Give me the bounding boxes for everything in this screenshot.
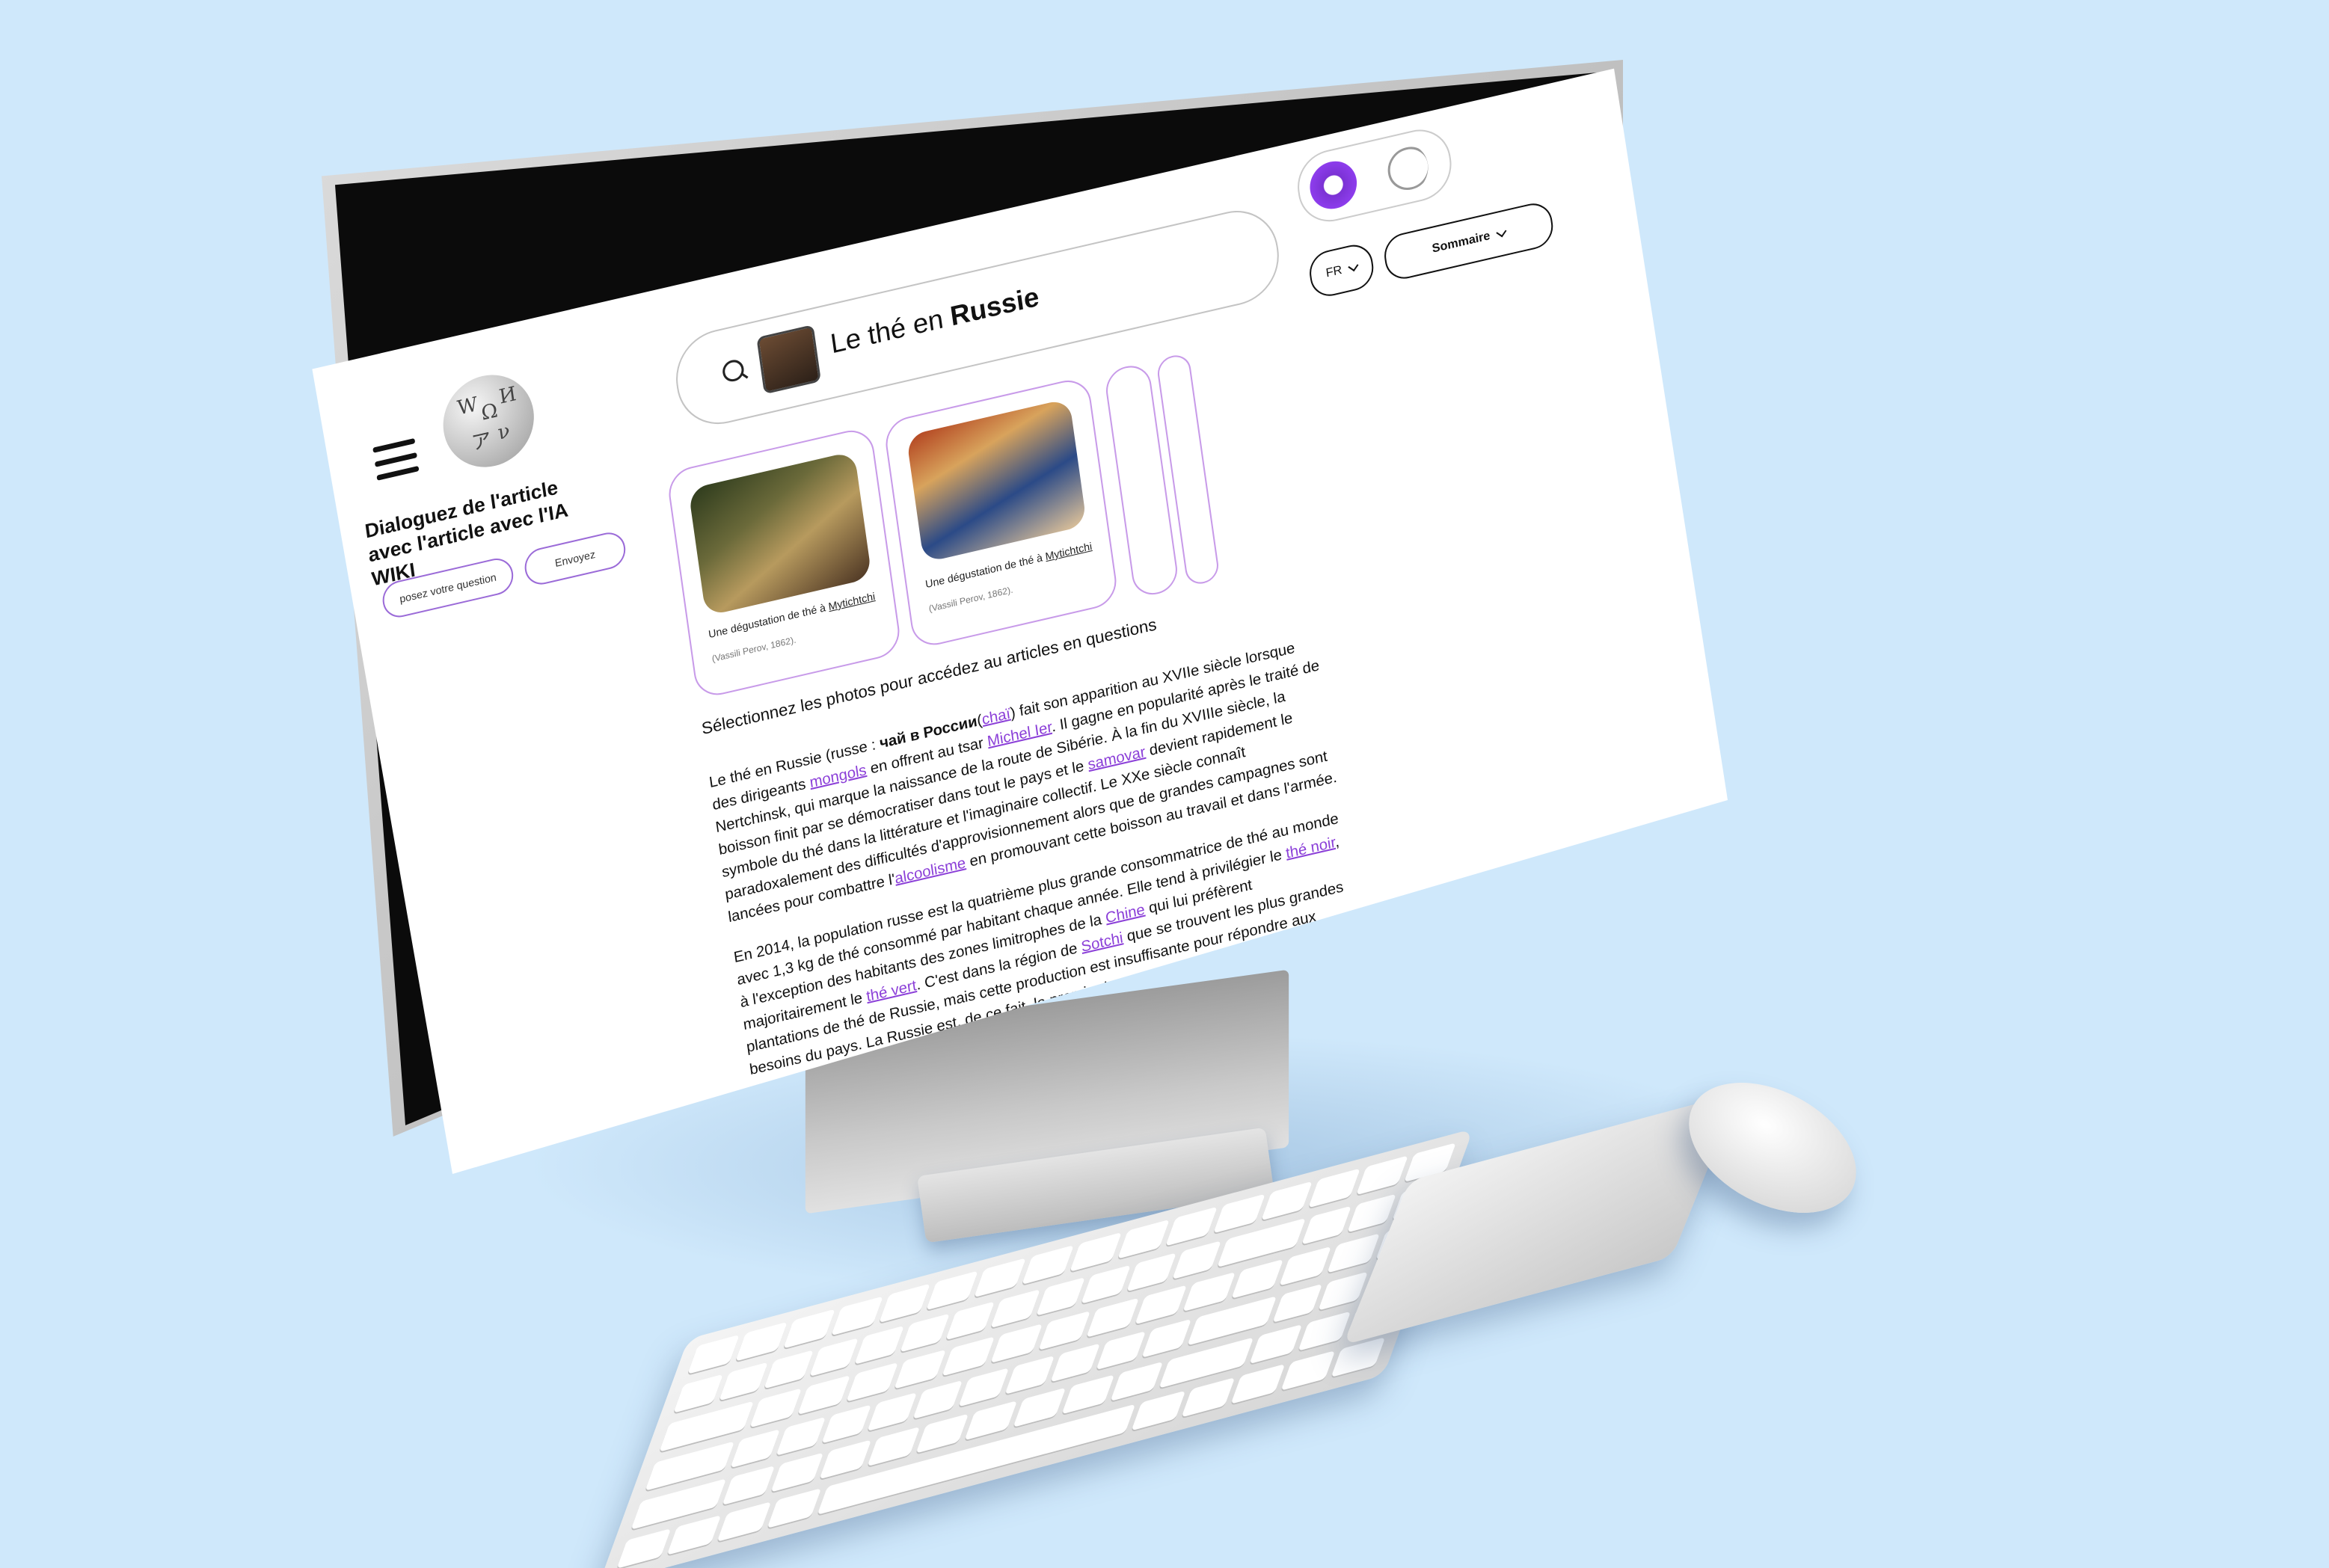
gallery-card[interactable]: Une dégustation de thé à Mytichtchi (Vas…: [666, 425, 903, 701]
painting-image[interactable]: [906, 398, 1087, 563]
search-icon: [721, 357, 746, 384]
article-link[interactable]: Sotchi: [1080, 929, 1124, 956]
sun-icon[interactable]: [1307, 156, 1360, 214]
gallery-card[interactable]: Une dégustation de thé à Mytichtchi (Vas…: [883, 375, 1120, 651]
article-link[interactable]: chaï: [981, 705, 1012, 728]
theme-toggle[interactable]: [1293, 123, 1456, 229]
article-link[interactable]: thé noir: [1285, 834, 1337, 862]
moon-icon[interactable]: [1385, 143, 1433, 194]
scene: W Ω И ア ν Dialoguez de l'article avec l'…: [0, 0, 2329, 1568]
language-selector[interactable]: FR: [1307, 241, 1376, 301]
article-link[interactable]: Chine: [1105, 901, 1146, 926]
card-credit: (Vassili Perov, 1862).: [927, 584, 1014, 615]
chevron-down-icon: [1496, 227, 1507, 238]
wikipedia-logo[interactable]: W Ω И ア ν: [437, 366, 540, 476]
card-caption-link[interactable]: Mytichtchi: [828, 590, 876, 612]
card-caption-link[interactable]: Mytichtchi: [1045, 540, 1093, 562]
menu-icon[interactable]: [372, 437, 420, 481]
chevron-down-icon: [1347, 261, 1359, 272]
search-query: Le thé en Russie: [828, 280, 1041, 360]
summary-dropdown[interactable]: Sommaire: [1381, 199, 1556, 283]
article-thumbnail: [756, 324, 821, 395]
card-credit: (Vassili Perov, 1862).: [711, 634, 797, 665]
painting-image[interactable]: [688, 451, 872, 617]
